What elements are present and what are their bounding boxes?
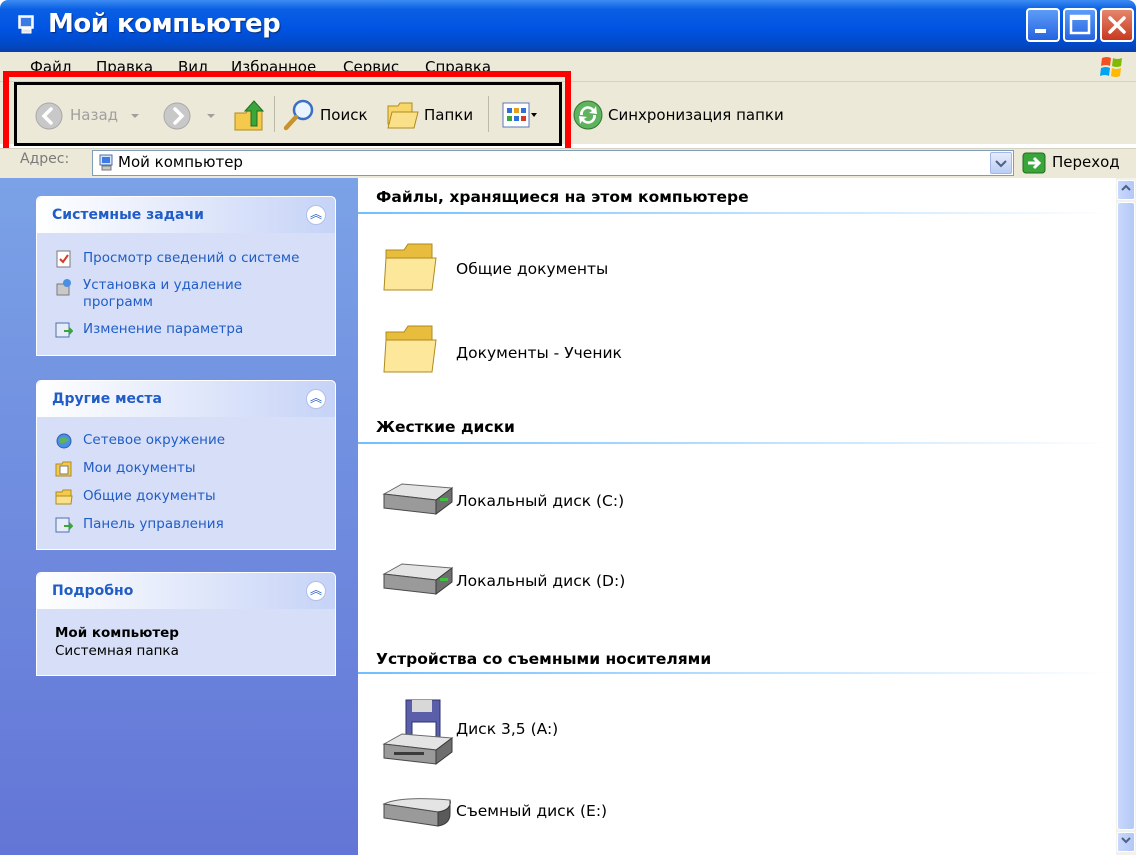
- close-icon: [1108, 16, 1126, 34]
- computer-icon: [18, 15, 34, 34]
- chevron-up-icon: [1121, 184, 1131, 191]
- item-drive-d[interactable]: [380, 560, 454, 604]
- content-area: [358, 178, 1116, 855]
- group-divider: [358, 442, 1114, 444]
- address-value: Мой компьютер: [118, 153, 243, 171]
- change-setting-icon: [55, 322, 73, 338]
- chevron-down-icon: [1121, 837, 1131, 844]
- windows-logo-icon: [1100, 57, 1122, 77]
- minimize-icon: [1035, 29, 1046, 33]
- item-label[interactable]: Общие документы: [456, 260, 608, 278]
- title-bar[interactable]: Мой компьютер: [0, 0, 1136, 52]
- details-header[interactable]: Подробно ︽: [37, 573, 335, 609]
- add-remove-programs-icon: [56, 279, 71, 296]
- hard-drive-icon: [382, 483, 454, 515]
- scroll-down-button[interactable]: [1117, 832, 1135, 852]
- system-tasks-header[interactable]: Системные задачи ︽: [37, 197, 335, 233]
- chevron-down-icon: [995, 160, 1007, 168]
- item-removable-e[interactable]: [380, 792, 454, 836]
- hard-drive-icon: [382, 563, 454, 595]
- go-arrow-icon[interactable]: [1022, 152, 1046, 174]
- other-places-header[interactable]: Другие места ︽: [37, 381, 335, 417]
- item-label[interactable]: Диск 3,5 (A:): [456, 720, 558, 738]
- floppy-drive-icon: [382, 699, 454, 765]
- toolbar-inner-frame: [14, 82, 562, 146]
- panel-title: Другие места: [52, 391, 162, 407]
- address-label: Адрес:: [20, 151, 70, 167]
- scrollbar-thumb[interactable]: [1117, 202, 1135, 830]
- collapse-icon[interactable]: ︽: [306, 205, 326, 225]
- group-divider: [358, 672, 1114, 674]
- network-icon: [56, 433, 72, 449]
- panel-title: Системные задачи: [52, 207, 204, 223]
- system-tasks-panel: Системные задачи ︽ Просмотр сведений о с…: [36, 196, 336, 356]
- sync-folder-button[interactable]: Синхронизация папки: [608, 106, 784, 124]
- my-documents-icon: [55, 461, 72, 477]
- folder-icon: [383, 243, 437, 291]
- item-label[interactable]: Документы - Ученик: [456, 344, 622, 362]
- computer-icon: [99, 154, 113, 171]
- maximize-button[interactable]: [1063, 8, 1097, 42]
- maximize-icon: [1069, 14, 1091, 35]
- address-dropdown[interactable]: [990, 152, 1012, 174]
- group-title: Файлы, хранящиеся на этом компьютере: [376, 188, 749, 206]
- other-places-panel: Другие места ︽ Сетевое окружение Мои док…: [36, 380, 336, 550]
- group-title: Устройства со съемными носителями: [376, 650, 712, 668]
- item-student-documents[interactable]: [380, 322, 440, 382]
- item-drive-c[interactable]: [380, 480, 454, 524]
- removable-drive-icon: [382, 798, 451, 827]
- group-divider: [358, 212, 1114, 214]
- details-name: Мой компьютер: [55, 625, 179, 641]
- sync-folder-icon[interactable]: [572, 99, 604, 131]
- details-type: Системная папка: [55, 643, 179, 659]
- system-info-icon: [56, 250, 71, 268]
- panel-title: Подробно: [52, 583, 134, 599]
- details-panel: Подробно ︽ Мой компьютер Системная папка: [36, 572, 336, 676]
- control-panel-icon: [55, 517, 73, 533]
- window-title: Мой компьютер: [48, 9, 281, 39]
- item-label[interactable]: Локальный диск (D:): [456, 572, 625, 590]
- collapse-icon[interactable]: ︽: [306, 389, 326, 409]
- close-button[interactable]: [1100, 8, 1134, 42]
- item-shared-documents[interactable]: [380, 240, 440, 300]
- item-floppy-a[interactable]: [380, 698, 454, 772]
- shared-documents-icon: [55, 489, 73, 505]
- group-title: Жесткие диски: [376, 418, 515, 436]
- item-label[interactable]: Съемный диск (E:): [456, 802, 607, 820]
- folder-icon: [383, 325, 437, 373]
- scroll-up-button[interactable]: [1117, 180, 1135, 200]
- item-label[interactable]: Локальный диск (C:): [456, 492, 624, 510]
- collapse-icon[interactable]: ︽: [306, 581, 326, 601]
- go-button[interactable]: Переход: [1052, 153, 1120, 171]
- minimize-button[interactable]: [1026, 8, 1060, 42]
